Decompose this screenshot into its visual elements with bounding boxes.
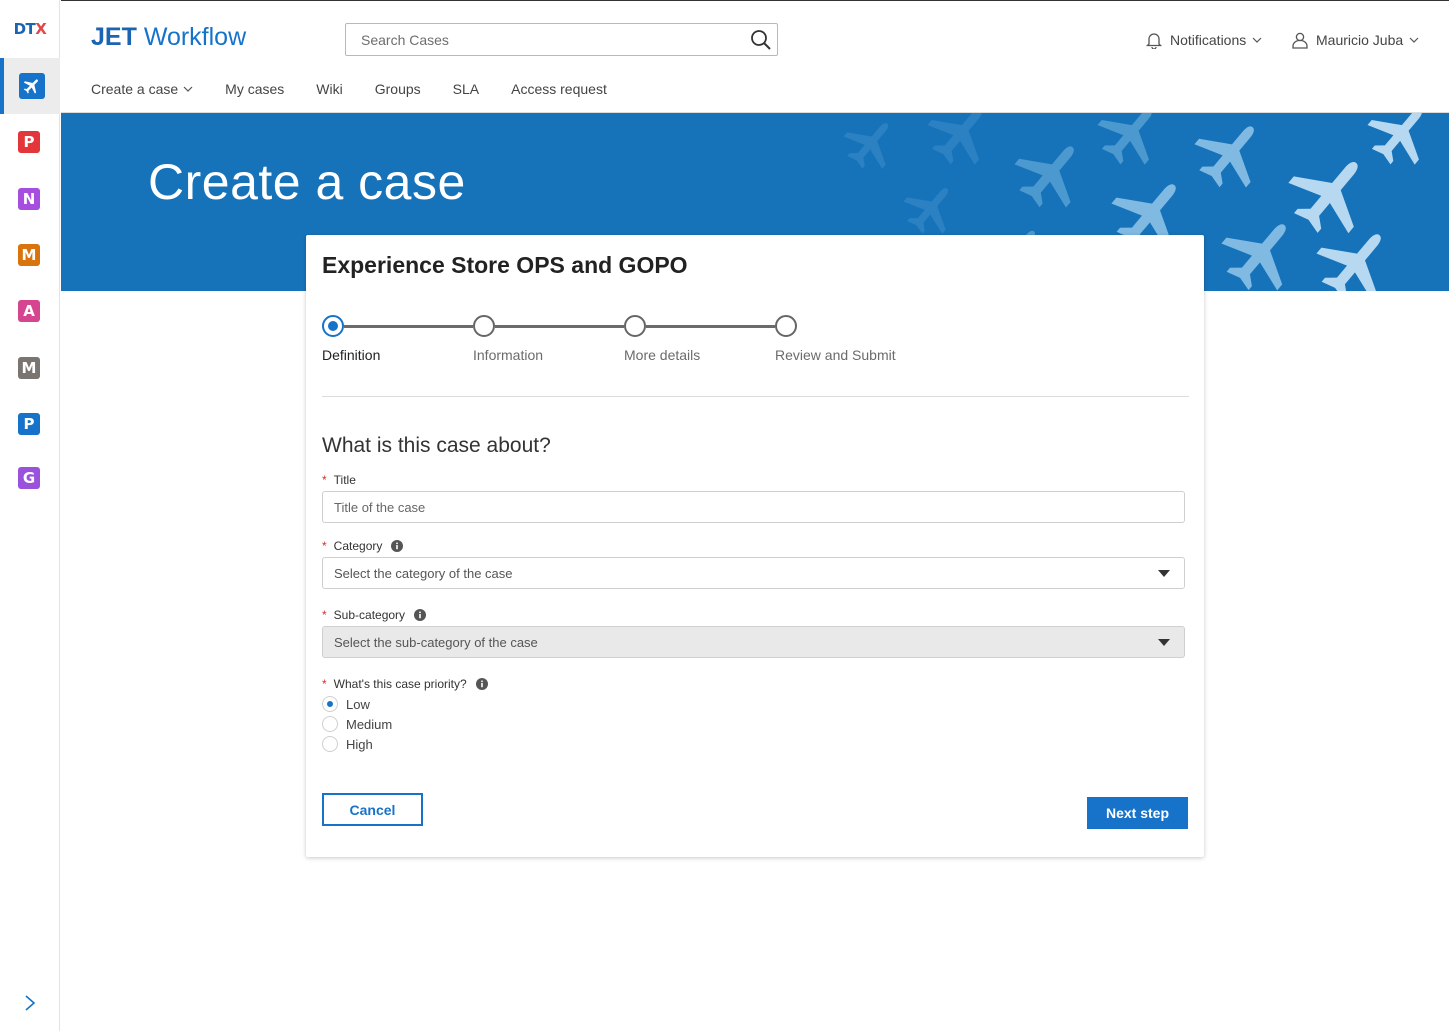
- nav-item-create-a-case[interactable]: Create a case: [91, 81, 193, 97]
- bell-icon: [1145, 33, 1163, 49]
- priority-option-medium[interactable]: Medium: [322, 716, 392, 732]
- rail-app-m-2[interactable]: M: [18, 244, 40, 266]
- info-icon[interactable]: [414, 609, 427, 621]
- rail-app-p-0[interactable]: P: [18, 131, 40, 153]
- radio-button[interactable]: [322, 736, 338, 752]
- step-indicator-definition[interactable]: [322, 315, 344, 337]
- step-connector: [344, 325, 473, 328]
- nav-item-label: My cases: [225, 81, 285, 97]
- search-input[interactable]: [346, 24, 741, 55]
- required-marker: *: [322, 539, 327, 553]
- chevron-down-icon: [1252, 37, 1262, 43]
- required-marker: *: [322, 473, 327, 487]
- priority-label: * What's this case priority?: [322, 677, 488, 691]
- info-icon[interactable]: [475, 678, 488, 690]
- required-marker: *: [322, 677, 327, 691]
- nav-item-label: SLA: [452, 81, 480, 97]
- step-connector: [646, 325, 775, 328]
- category-placeholder: Select the category of the case: [334, 565, 513, 581]
- step-label-definition: Definition: [322, 347, 381, 363]
- wizard-stepper: Definition Information More details Revi…: [322, 315, 922, 365]
- nav-item-sla[interactable]: SLA: [453, 81, 479, 97]
- user-icon: [1292, 32, 1308, 49]
- app-root: DTX P N M A M P G JET Workflow Notifications M…: [0, 0, 1449, 1031]
- nav-item-access-request[interactable]: Access request: [511, 81, 607, 97]
- radio-label: High: [346, 736, 373, 752]
- rail-app-n-1[interactable]: N: [18, 188, 40, 210]
- nav-item-wiki[interactable]: Wiki: [316, 81, 342, 97]
- subcategory-select[interactable]: Select the sub-category of the case: [322, 626, 1185, 658]
- search-box: [345, 23, 778, 56]
- rail-app-m-4[interactable]: M: [18, 357, 40, 379]
- radio-button[interactable]: [322, 716, 338, 732]
- card-title: Experience Store OPS and GOPO: [322, 252, 688, 278]
- rail-app-a-3[interactable]: A: [18, 300, 40, 322]
- dtx-logo[interactable]: DT X: [0, 0, 60, 58]
- rail-item-jet-workflow[interactable]: [0, 58, 60, 114]
- nav-item-my-cases[interactable]: My cases: [225, 81, 284, 97]
- create-case-card: Experience Store OPS and GOPO Definition…: [306, 235, 1204, 857]
- rail-app-g-6[interactable]: G: [18, 467, 40, 489]
- radio-button[interactable]: [322, 696, 338, 712]
- rail-app-p-5[interactable]: P: [18, 413, 40, 435]
- step-label-review: Review and Submit: [775, 347, 896, 363]
- title-label: * Title: [322, 473, 356, 487]
- chevron-down-icon: [1409, 37, 1419, 43]
- step-connector: [495, 325, 624, 328]
- nav-item-label: Wiki: [316, 81, 343, 97]
- radio-label: Medium: [346, 716, 393, 732]
- page-title: Create a case: [148, 154, 466, 210]
- priority-option-low[interactable]: Low: [322, 696, 370, 712]
- step-label-more-details: More details: [624, 347, 701, 363]
- app-brand[interactable]: JET Workflow: [91, 23, 246, 52]
- airplane-icon: [19, 73, 45, 99]
- title-input[interactable]: [323, 492, 1184, 522]
- search-icon[interactable]: [749, 28, 773, 52]
- nav-item-groups[interactable]: Groups: [375, 81, 421, 97]
- category-select[interactable]: Select the category of the case: [322, 557, 1185, 589]
- cancel-button[interactable]: Cancel: [322, 793, 423, 826]
- nav-item-label: Create a case: [91, 81, 179, 97]
- next-step-button[interactable]: Next step: [1087, 797, 1188, 829]
- chevron-right-icon[interactable]: [20, 993, 40, 1013]
- caret-down-icon: [1158, 639, 1170, 646]
- step-indicator-more-details[interactable]: [624, 315, 646, 337]
- nav-item-label: Groups: [374, 81, 421, 97]
- app-switcher-rail: DT X P N M A M P G: [0, 0, 60, 1031]
- chevron-down-icon: [183, 86, 193, 92]
- notifications-menu[interactable]: Notifications: [1145, 30, 1262, 50]
- user-name: Mauricio Juba: [1316, 32, 1404, 48]
- notifications-label: Notifications: [1170, 32, 1247, 48]
- user-menu[interactable]: Mauricio Juba: [1291, 30, 1419, 50]
- top-header: JET Workflow Notifications Mauricio Juba…: [61, 0, 1449, 113]
- section-heading: What is this case about?: [322, 434, 551, 457]
- priority-option-high[interactable]: High: [322, 736, 373, 752]
- step-label-information: Information: [473, 347, 544, 363]
- caret-down-icon: [1158, 570, 1170, 577]
- step-indicator-review[interactable]: [775, 315, 797, 337]
- step-indicator-information[interactable]: [473, 315, 495, 337]
- required-marker: *: [322, 608, 327, 622]
- main-nav: Create a case My cases Wiki Groups SLA Access…: [91, 81, 639, 97]
- nav-item-label: Access request: [511, 81, 607, 97]
- divider: [322, 396, 1189, 397]
- radio-label: Low: [346, 696, 370, 712]
- category-label: * Category: [322, 539, 404, 553]
- title-field-wrapper: [322, 491, 1185, 523]
- info-icon[interactable]: [391, 540, 404, 552]
- subcategory-placeholder: Select the sub-category of the case: [334, 634, 538, 650]
- subcategory-label: * Sub-category: [322, 608, 427, 622]
